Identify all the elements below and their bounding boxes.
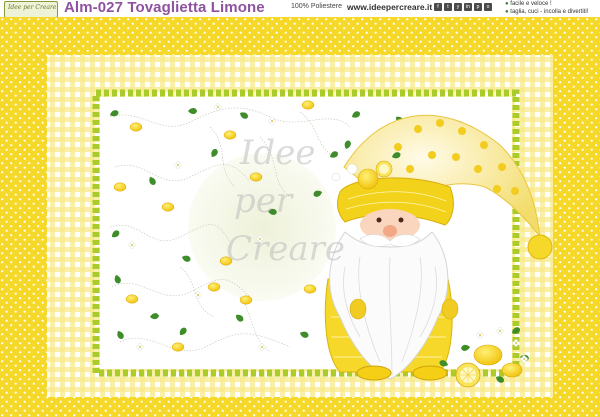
instagram-icon[interactable]: o	[484, 3, 492, 11]
feature-item: taglia, cuci - incolla e divertiti!	[510, 9, 589, 15]
social-icons: f t y in p o	[434, 3, 492, 11]
linkedin-icon[interactable]: in	[464, 3, 472, 11]
website-link[interactable]: www.ideepercreare.it	[347, 2, 432, 12]
placemat-illustration	[0, 17, 600, 417]
youtube-icon[interactable]: y	[454, 3, 462, 11]
features-list: ● facile e veloce ! ● taglia, cuci - inc…	[505, 1, 589, 15]
brand-logo: Idee per Creare	[4, 1, 58, 18]
pinterest-icon[interactable]: p	[474, 3, 482, 11]
logo-text: Idee per Creare	[8, 4, 57, 11]
moon-backdrop	[188, 153, 336, 301]
product-title: Alm-027 Tovaglietta Limone	[64, 0, 265, 16]
feature-item: facile e veloce !	[510, 1, 552, 7]
twitter-icon[interactable]: t	[444, 3, 452, 11]
facebook-icon[interactable]: f	[434, 3, 442, 11]
header: Idee per Creare Alm-027 Tovaglietta Limo…	[0, 0, 600, 18]
material-label: 100% Poliestere	[291, 3, 342, 10]
